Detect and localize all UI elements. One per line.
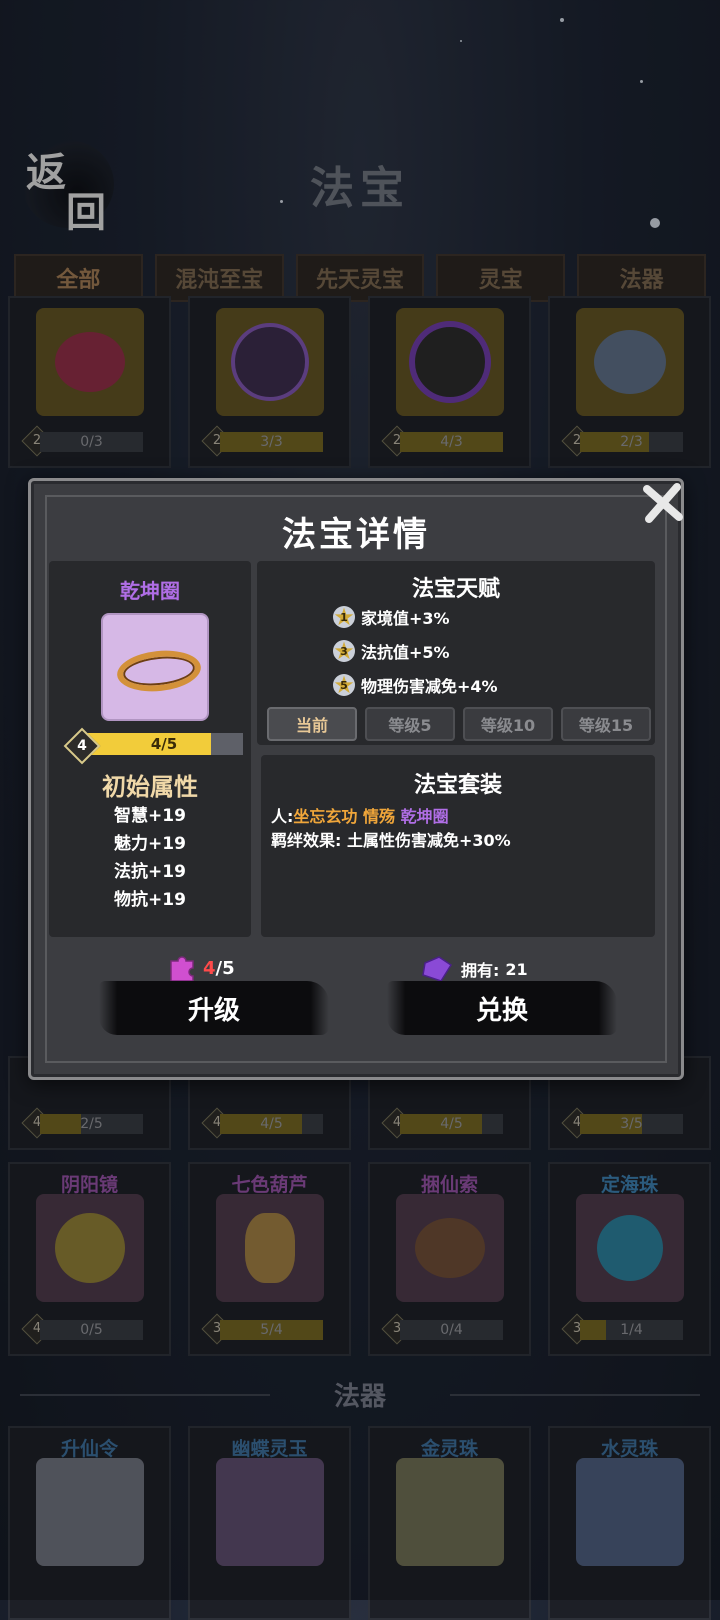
gourd-icon <box>245 1213 295 1283</box>
progress-bar: 4/3 <box>400 432 503 452</box>
treasure-card[interactable]: 阴阳镜 4 0/5 <box>8 1162 171 1356</box>
progress-bar: 4/5 <box>220 1114 323 1134</box>
item-name: 乾坤圈 <box>120 579 180 603</box>
treasure-icon-frame <box>36 1194 144 1302</box>
set-bond-effect: 羁绊效果: 土属性伤害减免+30% <box>271 831 511 850</box>
axe-icon <box>231 323 309 401</box>
set-members: 人:坐忘玄功 情殇 乾坤圈 <box>271 807 449 826</box>
star-icon: ★ 1 <box>333 603 355 631</box>
artifact-name: 金灵珠 <box>420 1438 478 1460</box>
treasure-name: 七色葫芦 <box>231 1174 308 1196</box>
red-claw-icon <box>55 332 125 392</box>
progress-bar: 2/3 <box>580 432 683 452</box>
treasure-icon-frame <box>396 308 504 416</box>
progress-bar: 3/3 <box>220 432 323 452</box>
treasure-card[interactable]: 捆仙索 3 0/4 <box>368 1162 531 1356</box>
sea-pearl-icon <box>597 1215 663 1281</box>
immortal-rope-icon <box>415 1218 485 1278</box>
exchange-button[interactable]: 兑换 <box>387 981 617 1035</box>
treasure-name: 阴阳镜 <box>60 1174 118 1196</box>
treasure-detail-modal: 法宝详情 乾坤圈 4 4/5 初始属性 智慧+19 魅力+19 法抗+19 物抗… <box>28 478 684 1080</box>
gold-pearl-icon <box>396 1458 504 1566</box>
artifact-name: 升仙令 <box>60 1438 118 1460</box>
tab-level-5[interactable]: 等级5 <box>365 707 455 741</box>
tab-level-15[interactable]: 等级15 <box>561 707 651 741</box>
treasure-card[interactable]: 2 2/3 <box>548 296 711 468</box>
artifact-card[interactable]: 升仙令 <box>8 1426 171 1620</box>
page-title: 法宝 <box>310 163 410 214</box>
treasure-name: 定海珠 <box>600 1174 658 1196</box>
section-title-faqi: 法器 <box>0 1376 720 1413</box>
tab-chaos-treasure[interactable]: 混沌至宝 <box>154 254 284 302</box>
treasure-card[interactable]: 七色葫芦 3 5/4 <box>188 1162 351 1356</box>
artifact-card[interactable]: 金灵珠 <box>368 1426 531 1620</box>
treasure-grid-top: 2 0/3 2 3/3 2 4/3 2 2/3 <box>8 296 712 468</box>
treasure-icon-frame <box>396 1194 504 1302</box>
attribute-magic-resist: 法抗+19 <box>114 862 186 882</box>
artifact-name: 幽蝶灵玉 <box>231 1438 308 1460</box>
initial-attributes-title: 初始属性 <box>102 773 198 801</box>
puzzle-piece-icon <box>170 956 194 982</box>
scroll-icon <box>36 1458 144 1566</box>
treasure-name: 捆仙索 <box>420 1174 478 1196</box>
purple-ring-icon <box>409 321 491 403</box>
tab-all[interactable]: 全部 <box>14 254 143 302</box>
yin-yang-mirror-icon <box>55 1213 125 1283</box>
star-icon: ★ 3 <box>333 637 355 665</box>
modal-title: 法宝详情 <box>282 515 430 555</box>
progress-bar: 4/5 <box>400 1114 503 1134</box>
progress-bar: 3/5 <box>580 1114 683 1134</box>
item-panel: 乾坤圈 4 4/5 初始属性 智慧+19 魅力+19 法抗+19 物抗+19 <box>49 561 251 937</box>
cloud-orb-icon <box>594 330 666 394</box>
set-panel: 法宝套装 人:坐忘玄功 情殇 乾坤圈 羁绊效果: 土属性伤害减免+30% <box>261 755 655 937</box>
progress-bar: 1/4 <box>580 1320 683 1340</box>
attribute-physical-resist: 物抗+19 <box>114 890 186 910</box>
upgrade-button[interactable]: 升级 <box>99 981 329 1035</box>
artifact-name: 水灵珠 <box>600 1438 658 1460</box>
star-icon: ★ 5 <box>333 671 355 699</box>
talent-item: ★ 5 物理伤害减免+4% <box>333 671 498 699</box>
item-icon-frame <box>101 613 209 721</box>
artifact-card[interactable]: 水灵珠 <box>548 1426 711 1620</box>
progress-bar: 0/5 <box>40 1320 143 1340</box>
tab-current[interactable]: 当前 <box>267 707 357 741</box>
attribute-wisdom: 智慧+19 <box>114 806 186 826</box>
tab-level-10[interactable]: 等级10 <box>463 707 553 741</box>
butterfly-jade-icon <box>216 1458 324 1566</box>
artifact-card[interactable]: 幽蝶灵玉 <box>188 1426 351 1620</box>
treasure-icon-frame <box>576 308 684 416</box>
tab-artifact[interactable]: 法器 <box>577 254 706 302</box>
tab-spirit-treasure[interactable]: 灵宝 <box>436 254 566 302</box>
category-tabs: 全部 混沌至宝 先天灵宝 灵宝 法器 <box>14 254 706 302</box>
treasure-icon-frame <box>36 308 144 416</box>
treasure-icon-frame <box>216 308 324 416</box>
treasure-icon-frame <box>576 1194 684 1302</box>
treasure-card[interactable]: 定海珠 3 1/4 <box>548 1162 711 1356</box>
treasure-grid-bottom: 阴阳镜 4 0/5 七色葫芦 3 5/4 捆仙索 3 0/4 定海珠 3 1/4 <box>8 1162 712 1356</box>
artifact-grid: 升仙令 幽蝶灵玉 金灵珠 水灵珠 <box>8 1426 712 1620</box>
fragment-progress-bar: 4/5 <box>85 733 243 755</box>
fragment-count: 4/5 <box>167 953 235 983</box>
treasure-card[interactable]: 2 3/3 <box>188 296 351 468</box>
close-icon[interactable] <box>639 479 687 527</box>
treasure-icon-frame <box>216 1194 324 1302</box>
talent-item: ★ 3 法抗值+5% <box>333 637 450 665</box>
talent-item: ★ 1 家境值+3% <box>333 603 450 631</box>
water-pearl-icon <box>576 1458 684 1566</box>
progress-bar: 2/5 <box>40 1114 143 1134</box>
talent-title: 法宝天赋 <box>411 577 500 602</box>
treasure-card[interactable]: 2 4/3 <box>368 296 531 468</box>
tab-innate-treasure[interactable]: 先天灵宝 <box>295 254 425 302</box>
ring-icon <box>115 646 203 696</box>
progress-bar: 5/4 <box>220 1320 323 1340</box>
set-title: 法宝套装 <box>413 773 502 798</box>
talent-level-tabs: 当前 等级5 等级10 等级15 <box>267 707 651 741</box>
progress-bar: 0/4 <box>400 1320 503 1340</box>
progress-bar: 0/3 <box>40 432 143 452</box>
treasure-card[interactable]: 2 0/3 <box>8 296 171 468</box>
attribute-charm: 魅力+19 <box>114 834 186 854</box>
talent-panel: 法宝天赋 ★ 1 家境值+3% ★ 3 法抗值+5% ★ 5 物理伤害减免+4% 当前… <box>257 561 655 745</box>
